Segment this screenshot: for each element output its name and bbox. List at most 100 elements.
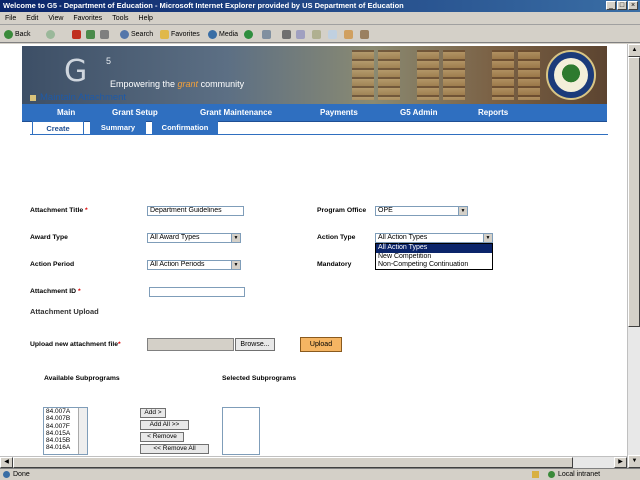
list-scrollbar[interactable] xyxy=(78,408,87,454)
mail-icon xyxy=(262,29,271,39)
nav-payments[interactable]: Payments xyxy=(320,104,358,122)
action-type-select[interactable]: All Action Types ▼ xyxy=(375,233,493,243)
tab-summary-label: Summary xyxy=(100,123,136,132)
back-button[interactable]: Back xyxy=(4,28,31,41)
required-marker: * xyxy=(77,288,81,295)
selected-subprograms-list[interactable] xyxy=(222,407,260,455)
refresh-icon xyxy=(86,29,95,39)
menu-favorites[interactable]: Favorites xyxy=(68,12,107,25)
attachment-id-input[interactable] xyxy=(149,287,245,297)
media-button[interactable]: Media xyxy=(208,28,238,41)
tagline-end: community xyxy=(198,79,245,89)
messenger-button[interactable] xyxy=(328,28,339,41)
bookshelf-decoration xyxy=(378,50,400,100)
menu-bar: File Edit View Favorites Tools Help xyxy=(0,12,640,25)
status-bar: Done Local intranet xyxy=(0,468,640,480)
upload-button[interactable]: Upload xyxy=(300,337,342,352)
selected-subprograms-label: Selected Subprograms xyxy=(222,375,297,382)
scroll-left-button[interactable]: ◀ xyxy=(0,457,13,468)
program-office-select[interactable]: OPE ▼ xyxy=(375,206,468,216)
maximize-button[interactable]: □ xyxy=(617,1,627,10)
scroll-down-button[interactable]: ▼ xyxy=(628,455,640,468)
horizontal-scrollbar[interactable]: ◀ ▶ xyxy=(0,456,627,468)
tab-create[interactable]: Create xyxy=(32,121,84,134)
messenger-icon xyxy=(328,29,337,39)
refresh-button[interactable] xyxy=(86,28,97,41)
scroll-thumb[interactable] xyxy=(628,57,640,327)
nav-main[interactable]: Main xyxy=(57,104,75,122)
research-button[interactable] xyxy=(344,28,355,41)
research-icon xyxy=(344,29,353,39)
close-button[interactable]: × xyxy=(628,1,638,10)
award-type-select[interactable]: All Award Types ▼ xyxy=(147,233,241,243)
back-label: Back xyxy=(15,31,31,38)
nav-grant-maintenance[interactable]: Grant Maintenance xyxy=(200,104,272,122)
minimize-button[interactable]: _ xyxy=(606,1,616,10)
horizontal-scroll-thumb[interactable] xyxy=(13,457,573,468)
browse-button[interactable]: Browse... xyxy=(235,338,275,351)
bookshelf-decoration xyxy=(443,50,465,100)
stop-icon xyxy=(72,29,81,39)
add-button[interactable]: Add > xyxy=(140,408,166,418)
vertical-scrollbar[interactable]: ▲ ▼ xyxy=(627,44,640,468)
tools-button[interactable] xyxy=(360,28,371,41)
page-viewport: G 5 Empowering the grant community Main … xyxy=(0,44,627,468)
menu-file[interactable]: File xyxy=(0,12,21,25)
tagline-start: Empowering the xyxy=(110,79,178,89)
tab-summary[interactable]: Summary xyxy=(90,121,146,134)
back-arrow-icon xyxy=(4,29,13,39)
nav-reports[interactable]: Reports xyxy=(478,104,508,122)
action-period-select[interactable]: All Action Periods ▼ xyxy=(147,260,241,270)
tab-confirmation[interactable]: Confirmation xyxy=(152,121,218,134)
attachment-id-label-text: Attachment ID xyxy=(30,288,77,295)
search-icon xyxy=(120,29,129,39)
remove-all-button[interactable]: << Remove All xyxy=(140,444,209,454)
print-icon xyxy=(282,29,291,39)
mail-button[interactable] xyxy=(262,28,273,41)
media-label: Media xyxy=(219,31,239,38)
discuss-button[interactable] xyxy=(312,28,323,41)
tagline-highlight: grant xyxy=(177,79,199,89)
program-office-label: Program Office xyxy=(317,207,367,214)
attachment-title-input[interactable]: Department Guidelines xyxy=(147,206,244,216)
print-button[interactable] xyxy=(282,28,293,41)
mandatory-label: Mandatory xyxy=(317,261,352,268)
upload-file-label-text: Upload new attachment file xyxy=(30,341,118,348)
action-type-option[interactable]: Non-Competing Continuation xyxy=(376,261,492,270)
menu-help[interactable]: Help xyxy=(134,12,158,25)
remove-button[interactable]: < Remove xyxy=(140,432,184,442)
award-type-label: Award Type xyxy=(30,234,68,241)
required-marker: * xyxy=(118,341,121,348)
attachment-upload-heading: Attachment Upload xyxy=(30,307,99,316)
action-type-option[interactable]: All Action Types xyxy=(376,244,492,253)
home-button[interactable] xyxy=(100,28,111,41)
status-text: Done xyxy=(13,471,30,478)
add-all-button[interactable]: Add All >> xyxy=(140,420,189,430)
menu-view[interactable]: View xyxy=(43,12,68,25)
search-button[interactable]: Search xyxy=(120,28,153,41)
nav-grant-setup[interactable]: Grant Setup xyxy=(112,104,158,122)
browser-toolbar: Back Search Favorites Media xyxy=(0,26,640,43)
scroll-up-button[interactable]: ▲ xyxy=(628,44,640,57)
g5-logo: G xyxy=(64,54,87,89)
action-type-dropdown-list: All Action Types New Competition Non-Com… xyxy=(375,243,493,270)
menu-tools[interactable]: Tools xyxy=(107,12,133,25)
forward-button[interactable] xyxy=(46,28,57,41)
action-period-label: Action Period xyxy=(30,261,75,268)
file-path-input[interactable] xyxy=(147,338,234,351)
edit-button[interactable] xyxy=(296,28,307,41)
history-button[interactable] xyxy=(244,28,255,41)
bookshelf-decoration xyxy=(352,50,374,100)
action-period-value: All Action Periods xyxy=(150,261,205,268)
attachment-id-label: Attachment ID * xyxy=(30,288,81,295)
scroll-right-button[interactable]: ▶ xyxy=(614,457,627,468)
forward-arrow-icon xyxy=(46,29,55,39)
action-type-option[interactable]: New Competition xyxy=(376,253,492,262)
media-icon xyxy=(208,29,217,39)
page-done-icon xyxy=(3,471,10,478)
security-zone: Local intranet xyxy=(558,471,601,478)
stop-button[interactable] xyxy=(72,28,83,41)
favorites-button[interactable]: Favorites xyxy=(160,28,200,41)
menu-edit[interactable]: Edit xyxy=(21,12,43,25)
nav-g5-admin[interactable]: G5 Admin xyxy=(400,104,437,122)
